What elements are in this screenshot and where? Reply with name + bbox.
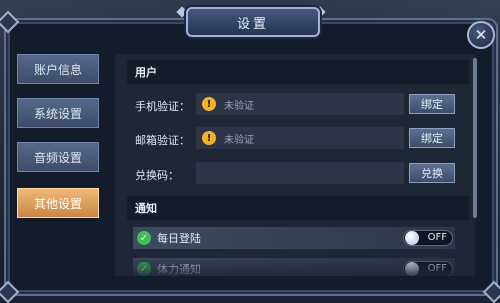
notify-daily-login-label: 每日登陆 <box>157 232 201 245</box>
corner-ornament <box>482 280 500 303</box>
checkmark-icon: ✓ <box>137 231 151 245</box>
email-verify-label: 邮箱验证： <box>135 134 190 147</box>
section-header-notify: 通知 <box>127 196 469 220</box>
close-button[interactable]: ✕ <box>467 21 495 49</box>
phone-verify-label: 手机验证： <box>135 100 190 113</box>
tab-label: 其他设置 <box>33 196 82 211</box>
bind-email-button[interactable]: 绑定 <box>409 128 455 148</box>
warning-icon: ! <box>202 131 216 145</box>
redeem-code-input[interactable] <box>196 162 404 184</box>
tab-system-settings[interactable]: 系统设置 <box>17 98 99 128</box>
toggle-state: OFF <box>427 263 447 274</box>
checkmark-icon: ✓ <box>137 262 151 276</box>
close-icon: ✕ <box>474 25 488 44</box>
tab-account-info[interactable]: 账户信息 <box>17 54 99 84</box>
redeem-code-label: 兑换码： <box>135 169 179 182</box>
dialog-title-plate: 设置 <box>186 7 320 37</box>
tab-label: 系统设置 <box>33 106 82 121</box>
phone-verify-status: 未验证 <box>224 100 254 112</box>
email-verify-field: ! 未验证 <box>196 127 404 149</box>
tab-audio-settings[interactable]: 音频设置 <box>17 142 99 172</box>
tab-label: 音频设置 <box>33 150 82 165</box>
daily-login-toggle[interactable]: OFF <box>403 230 453 246</box>
section-header-user: 用户 <box>127 60 469 84</box>
phone-verify-field: ! 未验证 <box>196 93 404 115</box>
toggle-knob <box>405 231 419 245</box>
notify-daily-login-row[interactable]: ✓ 每日登陆 OFF <box>133 227 455 249</box>
tab-other-settings[interactable]: 其他设置 <box>17 188 99 218</box>
toggle-state: OFF <box>427 232 447 243</box>
notify-stamina-label: 体力通知 <box>157 263 201 276</box>
tab-label: 账户信息 <box>33 62 82 77</box>
content-scrollbar[interactable] <box>473 58 477 218</box>
email-verify-status: 未验证 <box>224 134 254 146</box>
stamina-toggle[interactable]: OFF <box>403 261 453 276</box>
redeem-button[interactable]: 兑换 <box>409 163 455 183</box>
notify-stamina-row[interactable]: ✓ 体力通知 OFF <box>133 258 455 276</box>
dialog-title: 设置 <box>236 16 269 32</box>
warning-icon: ! <box>202 97 216 111</box>
bind-phone-button[interactable]: 绑定 <box>409 94 455 114</box>
corner-ornament <box>0 280 20 303</box>
settings-content: 用户 手机验证： ! 未验证 绑定 邮箱验证： ! 未验证 绑定 兑换码： 兑换… <box>115 54 475 276</box>
toggle-knob <box>405 262 419 276</box>
